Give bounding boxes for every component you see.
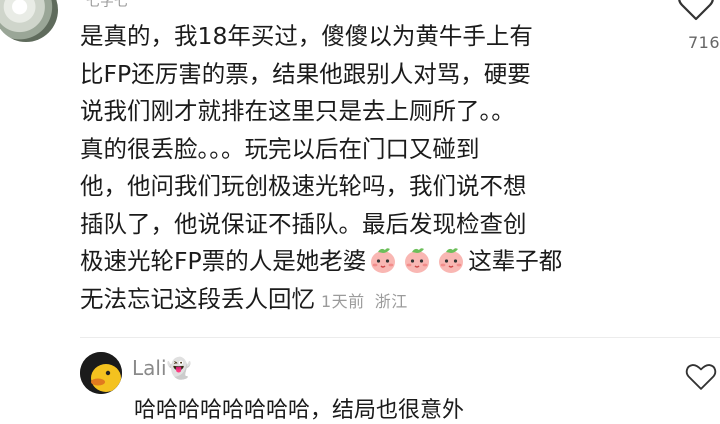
duck-avatar-icon: [80, 352, 122, 394]
comment-line: 比FP还厉害的票，结果他跟别人对骂，硬要: [80, 59, 531, 88]
comment-line: 他，他问我们玩创极速光轮吗，我们说不想: [80, 172, 527, 200]
ghost-emoji-icon: 👻: [166, 356, 192, 380]
reply-avatar[interactable]: [80, 352, 122, 394]
comment-line: 真的很丢脸。。。玩完以后在门口又碰到: [80, 134, 480, 163]
comment-location: 浙江: [374, 291, 408, 311]
reply-preview-text: 哈哈哈哈哈哈哈哈，结局也很意外: [134, 398, 465, 423]
comment-line: 说我们刚才就排在这里只是去上厕所了。。: [80, 97, 515, 125]
heart-outline-icon[interactable]: [684, 362, 718, 392]
comment-time: 1天前: [321, 291, 365, 311]
peach-face-emoji-icon: [371, 248, 396, 273]
commenter-avatar[interactable]: [0, 0, 58, 42]
comment-last-line: 无法忘记这段丢人回忆 1天前 浙江: [80, 281, 655, 321]
comment-meta: 1天前 浙江: [321, 292, 408, 311]
like-count: 716: [687, 33, 720, 52]
comment-line-text: 极速光轮FP票的人是她老婆: [80, 247, 367, 275]
comment-line: 是真的，我18年买过，傻傻以为黄牛手上有: [80, 22, 533, 50]
comment-text: 是真的，我18年买过，傻傻以为黄牛手上有 比FP还厉害的票，结果他跟别人对骂，硬…: [80, 18, 655, 320]
divider: [80, 337, 720, 338]
comment-line-text: 无法忘记这段丢人回忆: [80, 284, 315, 313]
reply-username[interactable]: Lali: [132, 356, 167, 380]
comment-line-text: 这辈子都: [468, 247, 563, 275]
commenter-username[interactable]: 七字七: [86, 0, 128, 11]
comment-line-with-emoji: 极速光轮FP票的人是她老婆 这辈子都: [80, 243, 655, 281]
reply-username-row[interactable]: Lali👻: [132, 356, 191, 380]
peach-face-emoji-icon: [405, 248, 430, 273]
comment-line: 插队了，他说保证不插队。最后发现检查创: [80, 209, 527, 238]
heart-outline-icon[interactable]: [676, 0, 716, 22]
peach-face-emoji-icon: [439, 248, 464, 273]
